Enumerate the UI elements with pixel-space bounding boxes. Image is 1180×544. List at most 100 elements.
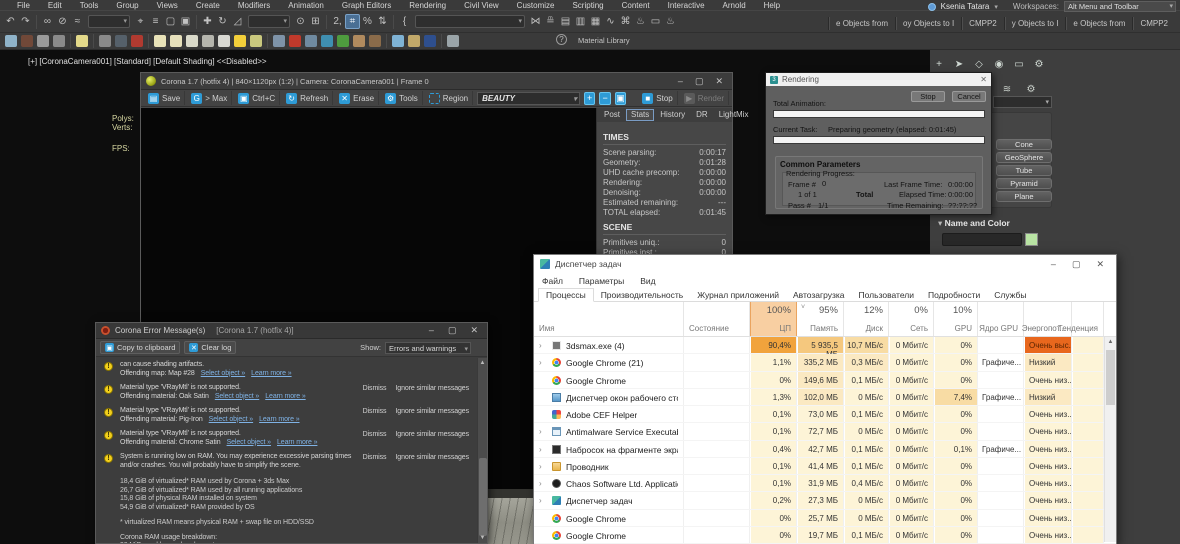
cine-camera-icon[interactable]: [99, 35, 111, 47]
sun-icon[interactable]: [234, 35, 246, 47]
menu-item-interactive[interactable]: Interactive: [659, 1, 714, 10]
menu-item-customize[interactable]: Customize: [508, 1, 564, 10]
scroll-up-icon[interactable]: ▲: [1105, 337, 1116, 348]
layer-explorer-icon[interactable]: ▥: [573, 14, 588, 29]
chevron-down-icon[interactable]: ▾: [994, 3, 998, 11]
named-selection-icon[interactable]: {: [397, 14, 412, 29]
sphere-navy-icon[interactable]: [424, 35, 436, 47]
menu-item-civil-view[interactable]: Civil View: [455, 1, 508, 10]
column-header-disk[interactable]: 12%Диск: [844, 302, 889, 336]
percent-snap-icon[interactable]: %: [360, 14, 375, 29]
cancel-button[interactable]: Cancel: [952, 91, 986, 102]
schematic-view-icon[interactable]: ⌘: [618, 14, 633, 29]
column-header-mem[interactable]: ˅95%Память: [797, 302, 844, 336]
sphere-blue-icon[interactable]: [392, 35, 404, 47]
table-row[interactable]: Adobe CEF Helper0,1%73,0 МБ0,1 МБ/с0 Мби…: [534, 406, 1116, 423]
maximize-icon[interactable]: ▢: [1072, 259, 1081, 270]
expand-icon[interactable]: ›: [539, 496, 542, 505]
owl-icon[interactable]: [369, 35, 381, 47]
vfb-stop-button[interactable]: ■Stop: [638, 91, 677, 105]
redo-icon[interactable]: ↷: [18, 14, 33, 29]
ignore-similar-button[interactable]: Ignore similar messages: [395, 454, 469, 463]
scrollbar-thumb[interactable]: [479, 458, 487, 536]
menu-item-create[interactable]: Create: [187, 1, 229, 10]
menu-item-content[interactable]: Content: [613, 1, 659, 10]
column-header-gpue[interactable]: Ядро GPU: [978, 302, 1024, 336]
dome-primitive-icon[interactable]: [170, 35, 182, 47]
select-object-link[interactable]: Select object »: [215, 393, 259, 400]
tm-tab-журнал приложений[interactable]: Журнал приложений: [690, 289, 786, 302]
space-warps-icon[interactable]: ≋: [1000, 82, 1014, 96]
scroll-down-icon[interactable]: ▼: [478, 533, 487, 543]
error-window-title-bar[interactable]: Corona Error Message(s) [Corona 1.7 (hot…: [96, 323, 487, 339]
scene-explorer-icon[interactable]: ▤: [558, 14, 573, 29]
systems-icon[interactable]: ⚙: [1024, 82, 1038, 96]
reference-coordinate-dropdown[interactable]: [248, 15, 290, 28]
object-type-button-plane[interactable]: Plane: [996, 191, 1052, 202]
tm-tab-процессы[interactable]: Процессы: [538, 288, 594, 302]
menu-item-animation[interactable]: Animation: [279, 1, 333, 10]
rect-selection-icon[interactable]: ▢: [163, 14, 178, 29]
maximize-icon[interactable]: ▢: [695, 76, 704, 87]
grass-icon[interactable]: [337, 35, 349, 47]
error-window-scrollbar[interactable]: ▲ ▼: [477, 358, 487, 543]
custom-script-button[interactable]: CMPP2: [961, 17, 1004, 30]
display-tab-icon[interactable]: ▭: [1012, 57, 1026, 71]
region-button[interactable]: Region: [425, 91, 473, 105]
user-name[interactable]: Ksenia Tatara: [941, 2, 990, 11]
tm-menu-параметры[interactable]: Параметры: [579, 276, 624, 286]
select-place-icon[interactable]: ⊞: [308, 14, 323, 29]
menu-item-group[interactable]: Group: [107, 1, 147, 10]
render-production-icon[interactable]: ♨: [663, 14, 678, 29]
workspace-dropdown[interactable]: Alt Menu and Toolbar: [1064, 1, 1176, 12]
utilities-tab-icon[interactable]: ⚙: [1032, 57, 1046, 71]
menu-item-arnold[interactable]: Arnold: [714, 1, 755, 10]
save-button[interactable]: ▤Save: [144, 91, 185, 105]
show-filter-dropdown[interactable]: Errors and warnings: [385, 342, 471, 354]
snap-2d-label[interactable]: 2,: [330, 14, 345, 29]
expand-icon[interactable]: ›: [539, 358, 542, 367]
object-color-swatch[interactable]: [1025, 233, 1038, 246]
learn-more-link[interactable]: Learn more »: [265, 393, 305, 400]
table-row[interactable]: ›3dsmax.exe (4)90,4%5 935,5 МБ10,7 МБ/с0…: [534, 337, 1116, 354]
vfb-tab-dr[interactable]: DR: [691, 109, 713, 121]
zoom-fit-button[interactable]: ▣: [615, 92, 626, 105]
sphere-olive-icon[interactable]: [250, 35, 262, 47]
menu-item-tools[interactable]: Tools: [71, 1, 108, 10]
wire-pyramid-icon[interactable]: [305, 35, 317, 47]
monitor-icon[interactable]: [447, 35, 459, 47]
column-header-gpu[interactable]: 10%GPU: [934, 302, 978, 336]
table-row[interactable]: ›Chaos Software Ltd. Application...0,1%3…: [534, 475, 1116, 492]
align-icon[interactable]: ≞: [543, 14, 558, 29]
stop-button[interactable]: Stop: [911, 91, 945, 102]
rotate-icon[interactable]: ↻: [215, 14, 230, 29]
help-icon[interactable]: ?: [556, 34, 567, 45]
create-tab-icon[interactable]: ➤: [952, 57, 966, 71]
custom-script-button[interactable]: y Objects to I: [1004, 17, 1066, 30]
list-view-icon[interactable]: [37, 35, 49, 47]
scale-icon[interactable]: ◿: [230, 14, 245, 29]
object-category-dropdown[interactable]: [993, 96, 1052, 108]
menu-item-rendering[interactable]: Rendering: [400, 1, 455, 10]
column-header-cpu[interactable]: 100%ЦП: [750, 302, 797, 336]
menu-item-views[interactable]: Views: [148, 1, 187, 10]
refresh-button[interactable]: ↻Refresh: [282, 91, 333, 105]
task-manager-scrollbar[interactable]: ▲: [1104, 337, 1116, 542]
scrollbar-thumb[interactable]: [1106, 350, 1115, 405]
expand-icon[interactable]: ›: [539, 427, 542, 436]
minimize-icon[interactable]: –: [1051, 259, 1056, 270]
table-row[interactable]: Диспетчер окон рабочего стола1,3%102,0 М…: [534, 389, 1116, 406]
cone-primitive-icon[interactable]: [218, 35, 230, 47]
close-icon[interactable]: ✕: [715, 76, 723, 87]
moon-icon[interactable]: [115, 35, 127, 47]
tools-button[interactable]: ⚙Tools: [381, 91, 423, 105]
vfb-tab-history[interactable]: History: [655, 109, 690, 121]
minimize-icon[interactable]: –: [429, 325, 434, 336]
dismiss-button[interactable]: Dismiss: [363, 431, 387, 440]
plus-icon[interactable]: +: [932, 57, 946, 71]
rain-icon[interactable]: [273, 35, 285, 47]
motion-tab-icon[interactable]: ◉: [992, 57, 1006, 71]
move-icon[interactable]: ✚: [200, 14, 215, 29]
rendering-dialog-title-bar[interactable]: 3 Rendering ✕: [766, 73, 991, 86]
tm-tab-службы[interactable]: Службы: [987, 289, 1033, 302]
